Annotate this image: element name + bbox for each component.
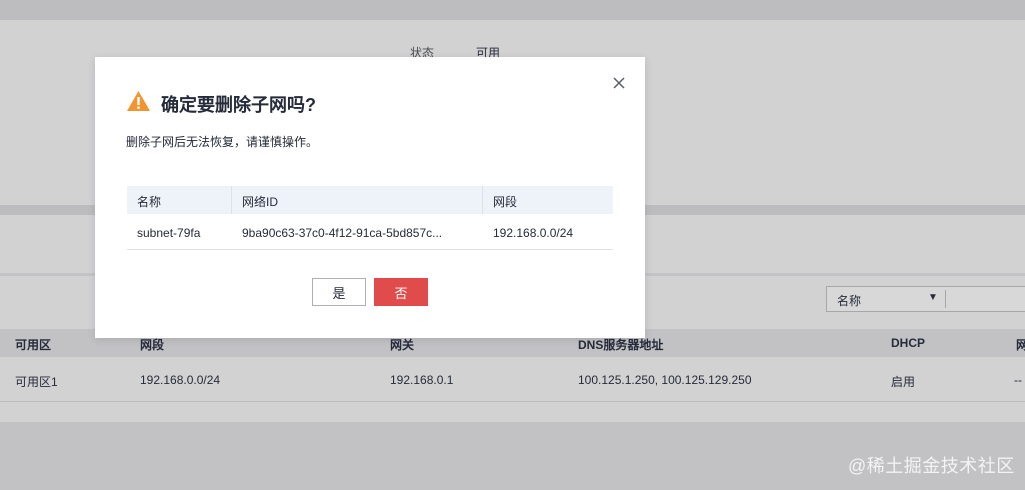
delete-subnet-dialog: 确定要删除子网吗? 删除子网后无法恢复，请谨慎操作。 名称 网络ID 网段 su… [95, 57, 645, 338]
table-cell-cidr: 192.168.0.0/24 [140, 373, 221, 387]
table-row-divider [0, 401, 1025, 402]
dialog-title: 确定要删除子网吗? [161, 95, 316, 115]
table-cell-truncated: -- [1014, 373, 1022, 387]
dialog-header-name: 名称 [137, 195, 162, 209]
table-header-dns: DNS服务器地址 [578, 338, 664, 352]
background-top-bar [0, 0, 1025, 20]
column-separator [482, 186, 483, 214]
table-header-truncated: 网 [1016, 338, 1025, 352]
table-cell-dns: 100.125.1.250, 100.125.129.250 [578, 373, 752, 387]
dialog-header-network-id: 网络ID [242, 195, 279, 209]
table-cell-dhcp: 启用 [891, 375, 916, 389]
table-header-az: 可用区 [15, 338, 52, 352]
dialog-table-header: 名称 网络ID 网段 [127, 186, 613, 214]
table-row-divider [127, 249, 613, 250]
dialog-cell-cidr: 192.168.0.0/24 [493, 226, 574, 240]
table-header-dhcp: DHCP [891, 336, 926, 350]
cancel-no-button[interactable]: 否 [374, 278, 428, 306]
table-header-gateway: 网关 [390, 338, 415, 352]
filter-select-value[interactable]: 名称 [837, 292, 861, 309]
confirm-yes-button[interactable]: 是 [312, 278, 366, 306]
table-cell-az: 可用区1 [15, 375, 58, 389]
watermark: @稀土掘金技术社区 [848, 456, 1015, 476]
dialog-header-cidr: 网段 [493, 195, 518, 209]
warning-icon [127, 91, 150, 111]
dialog-description: 删除子网后无法恢复，请谨慎操作。 [126, 135, 319, 149]
dialog-cell-name: subnet-79fa [137, 226, 201, 240]
dialog-cell-network-id: 9ba90c63-37c0-4f12-91ca-5bd857c... [242, 226, 443, 240]
close-icon[interactable] [610, 74, 628, 92]
caret-down-icon[interactable]: ▼ [928, 292, 938, 303]
filter-bar[interactable]: 名称 ▼ [826, 286, 1025, 312]
table-header-cidr: 网段 [140, 338, 165, 352]
column-separator [231, 186, 232, 214]
filter-divider [945, 290, 946, 308]
table-cell-gateway: 192.168.0.1 [390, 373, 454, 387]
